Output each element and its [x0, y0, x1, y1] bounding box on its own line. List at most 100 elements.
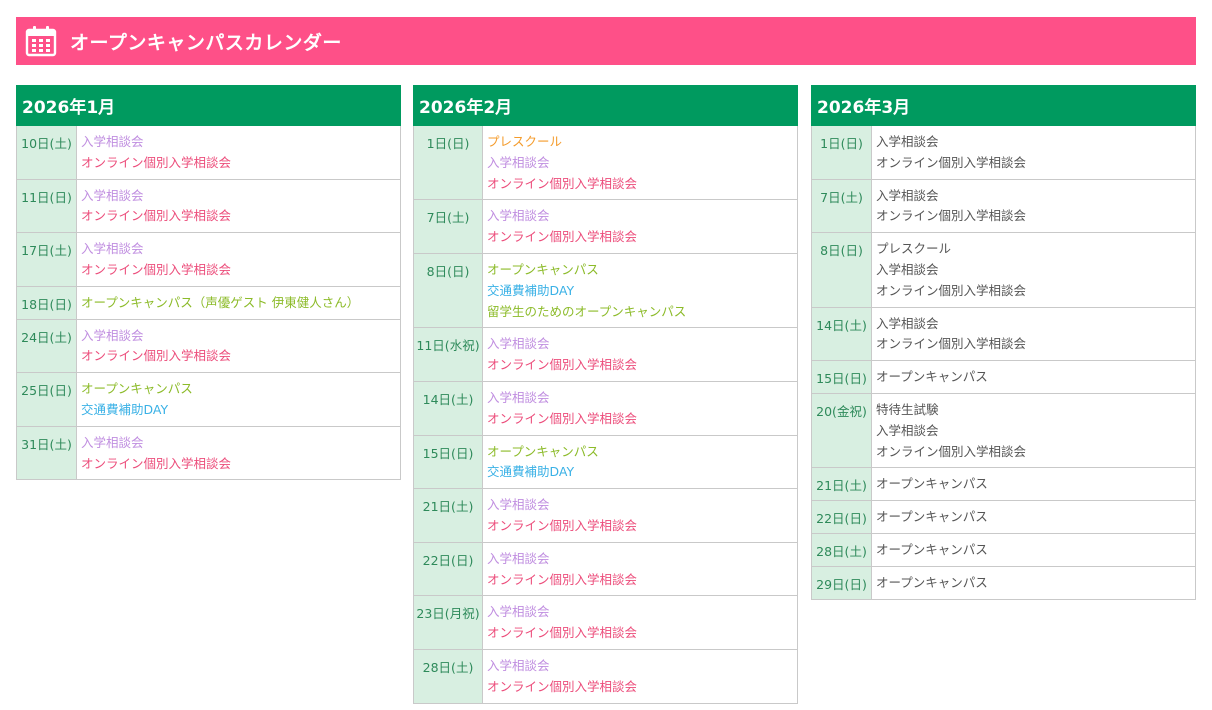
- event-link[interactable]: 入学相談会: [81, 132, 396, 153]
- calendar-events: プレスクール 入学相談会 オンライン個別入学相談会: [872, 233, 1195, 306]
- calendar-date: 1日(日): [414, 126, 483, 200]
- event-link[interactable]: オンライン個別入学相談会: [81, 454, 396, 475]
- event-link[interactable]: オンライン個別入学相談会: [487, 174, 793, 195]
- event-link[interactable]: 留学生のためのオープンキャンパス: [487, 302, 793, 323]
- event-link[interactable]: 入学相談会: [876, 186, 1191, 207]
- event-link[interactable]: オンライン個別入学相談会: [81, 206, 396, 227]
- event-link[interactable]: 入学相談会: [487, 495, 793, 516]
- calendar-events: 入学相談会 オンライン個別入学相談会: [483, 382, 797, 435]
- event-link[interactable]: 入学相談会: [487, 153, 793, 174]
- event-link[interactable]: オンライン個別入学相談会: [487, 516, 793, 537]
- calendar-date: 14日(土): [812, 307, 872, 361]
- event-link[interactable]: 入学相談会: [487, 656, 793, 677]
- calendar-events: 入学相談会 オンライン個別入学相談会: [483, 328, 797, 381]
- event-link[interactable]: 入学相談会: [487, 602, 793, 623]
- calendar-row: 23日(月祝) 入学相談会 オンライン個別入学相談会: [414, 596, 797, 650]
- calendar-date: 21日(土): [414, 489, 483, 542]
- calendar-events: オープンキャンパス 交通費補助DAY: [77, 373, 400, 426]
- calendar-row: 22日(日) オープンキャンパス: [812, 501, 1195, 534]
- calendar-row: 14日(土) 入学相談会 オンライン個別入学相談会: [812, 307, 1195, 362]
- calendar-row: 10日(土) 入学相談会 オンライン個別入学相談会: [17, 126, 400, 180]
- event-link[interactable]: 交通費補助DAY: [487, 462, 793, 483]
- event-link[interactable]: オンライン個別入学相談会: [876, 442, 1191, 463]
- calendar-row: 17日(土) 入学相談会 オンライン個別入学相談会: [17, 233, 400, 287]
- month-rows: 10日(土) 入学相談会 オンライン個別入学相談会 11日(日) 入学相談会 オンライン個…: [16, 126, 401, 481]
- calendar-events: 入学相談会 オンライン個別入学相談会: [77, 180, 400, 233]
- calendar-events: オープンキャンパス: [872, 534, 1195, 566]
- calendar-row: 7日(土) 入学相談会 オンライン個別入学相談会: [414, 200, 797, 254]
- calendar-row: 1日(日) 入学相談会 オンライン個別入学相談会: [812, 126, 1195, 180]
- event-link[interactable]: オープンキャンパス: [876, 540, 1191, 561]
- calendar-row: 11日(日) 入学相談会 オンライン個別入学相談会: [17, 179, 400, 234]
- calendar-events: 入学相談会 オンライン個別入学相談会: [872, 180, 1195, 233]
- event-link[interactable]: 入学相談会: [81, 433, 396, 454]
- event-link[interactable]: オープンキャンパス: [487, 442, 793, 463]
- month-title: 2026年2月: [413, 85, 798, 126]
- event-link[interactable]: オープンキャンパス: [876, 367, 1191, 388]
- event-link[interactable]: オンライン個別入学相談会: [487, 355, 793, 376]
- event-link[interactable]: オンライン個別入学相談会: [487, 409, 793, 430]
- event-link[interactable]: 入学相談会: [81, 239, 396, 260]
- event-link[interactable]: 交通費補助DAY: [81, 400, 396, 421]
- event-link[interactable]: オンライン個別入学相談会: [487, 227, 793, 248]
- event-link[interactable]: 入学相談会: [487, 549, 793, 570]
- calendar-events: 入学相談会 オンライン個別入学相談会: [483, 650, 797, 703]
- event-link[interactable]: オンライン個別入学相談会: [81, 260, 396, 281]
- event-link[interactable]: オンライン個別入学相談会: [81, 153, 396, 174]
- event-link[interactable]: オープンキャンパス: [876, 573, 1191, 594]
- event-link[interactable]: 入学相談会: [876, 421, 1191, 442]
- month-table-february: 2026年2月 1日(日) プレスクール 入学相談会 オンライン個別入学相談会 7日(土…: [413, 85, 798, 704]
- event-link[interactable]: オンライン個別入学相談会: [487, 570, 793, 591]
- event-link[interactable]: 入学相談会: [487, 388, 793, 409]
- calendar-date: 25日(日): [17, 373, 77, 426]
- event-link[interactable]: 交通費補助DAY: [487, 281, 793, 302]
- calendar-row: 7日(土) 入学相談会 オンライン個別入学相談会: [812, 179, 1195, 234]
- event-link[interactable]: 入学相談会: [876, 314, 1191, 335]
- event-link[interactable]: プレスクール: [876, 239, 1191, 260]
- event-link[interactable]: 入学相談会: [81, 326, 396, 347]
- calendar-row: 31日(土) 入学相談会 オンライン個別入学相談会: [17, 426, 400, 481]
- event-link[interactable]: オープンキャンパス: [876, 474, 1191, 495]
- event-link[interactable]: オンライン個別入学相談会: [876, 206, 1191, 227]
- event-link[interactable]: オンライン個別入学相談会: [487, 677, 793, 698]
- calendar-row: 15日(日) オープンキャンパス: [812, 361, 1195, 394]
- event-link[interactable]: オープンキャンパス: [876, 507, 1191, 528]
- event-link[interactable]: オンライン個別入学相談会: [487, 623, 793, 644]
- calendar-row: 11日(水祝) 入学相談会 オンライン個別入学相談会: [414, 328, 797, 382]
- event-link[interactable]: オンライン個別入学相談会: [876, 153, 1191, 174]
- calendar-date: 14日(土): [414, 381, 483, 435]
- event-link[interactable]: 入学相談会: [487, 206, 793, 227]
- event-link[interactable]: 入学相談会: [487, 334, 793, 355]
- calendar-date: 28日(土): [414, 649, 483, 703]
- event-link[interactable]: オープンキャンパス（声優ゲスト 伊東健人さん）: [81, 293, 396, 314]
- calendar-date: 7日(土): [812, 179, 872, 233]
- month-table-march: 2026年3月 1日(日) 入学相談会 オンライン個別入学相談会 7日(土) 入学相談会…: [811, 85, 1196, 600]
- calendar-events: オープンキャンパス 交通費補助DAY 留学生のためのオープンキャンパス: [483, 254, 797, 327]
- event-link[interactable]: 特待生試験: [876, 400, 1191, 421]
- calendar-date: 24日(土): [17, 319, 77, 373]
- event-link[interactable]: 入学相談会: [876, 132, 1191, 153]
- calendar-events: 入学相談会 オンライン個別入学相談会: [483, 543, 797, 596]
- calendar-events: プレスクール 入学相談会 オンライン個別入学相談会: [483, 126, 797, 199]
- event-link[interactable]: 入学相談会: [876, 260, 1191, 281]
- calendar-events: 入学相談会 オンライン個別入学相談会: [483, 596, 797, 649]
- month-title: 2026年1月: [16, 85, 401, 126]
- calendar-events: 入学相談会 オンライン個別入学相談会: [872, 308, 1195, 361]
- event-link[interactable]: オープンキャンパス: [487, 260, 793, 281]
- calendar-date: 8日(日): [414, 253, 483, 328]
- calendar-row: 8日(日) プレスクール 入学相談会 オンライン個別入学相談会: [812, 233, 1195, 308]
- event-link[interactable]: オンライン個別入学相談会: [876, 281, 1191, 302]
- month-rows: 1日(日) プレスクール 入学相談会 オンライン個別入学相談会 7日(土) 入学相談会 オン…: [413, 126, 798, 704]
- calendar-events: 入学相談会 オンライン個別入学相談会: [77, 233, 400, 286]
- calendar-row: 25日(日) オープンキャンパス 交通費補助DAY: [17, 373, 400, 427]
- calendar-row: 21日(土) オープンキャンパス: [812, 468, 1195, 502]
- event-link[interactable]: プレスクール: [487, 132, 793, 153]
- calendar-events: オープンキャンパス: [872, 501, 1195, 533]
- event-link[interactable]: 入学相談会: [81, 186, 396, 207]
- event-link[interactable]: オンライン個別入学相談会: [876, 334, 1191, 355]
- event-link[interactable]: オンライン個別入学相談会: [81, 346, 396, 367]
- calendar-row: 24日(土) 入学相談会 オンライン個別入学相談会: [17, 319, 400, 374]
- calendar-date: 29日(日): [812, 566, 872, 599]
- calendar-row: 21日(土) 入学相談会 オンライン個別入学相談会: [414, 489, 797, 543]
- event-link[interactable]: オープンキャンパス: [81, 379, 396, 400]
